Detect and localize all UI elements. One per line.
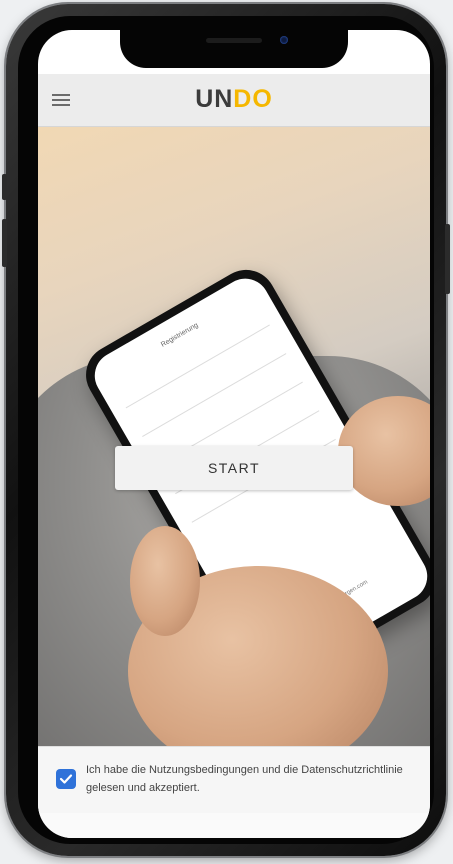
consent-label: Ich habe die Nutzungsbedingungen und die… [86, 764, 403, 794]
bottom-bar [38, 812, 430, 838]
photo-phone-line [142, 353, 287, 437]
power-button [445, 224, 450, 294]
volume-button [2, 174, 7, 200]
start-button[interactable]: START [115, 446, 353, 490]
checkmark-icon [59, 774, 73, 784]
logo-accent-text: DO [233, 85, 273, 113]
left-thumb [130, 526, 200, 636]
app-logo: UNDO [38, 85, 430, 114]
app-screen: UNDO Registrierung Sponsored by entsorge… [38, 30, 430, 838]
front-camera [280, 36, 288, 44]
notch [120, 30, 348, 68]
app-header: UNDO [38, 74, 430, 127]
hero-photo: Registrierung Sponsored by entsorgen.com [38, 126, 430, 746]
speaker-grill [206, 38, 262, 43]
logo-text: UN [195, 85, 234, 113]
photo-phone-title: Registrierung [159, 321, 200, 349]
volume-button [2, 219, 7, 267]
consent-checkbox[interactable] [56, 769, 76, 789]
consent-row: Ich habe die Nutzungsbedingungen und die… [38, 746, 430, 813]
